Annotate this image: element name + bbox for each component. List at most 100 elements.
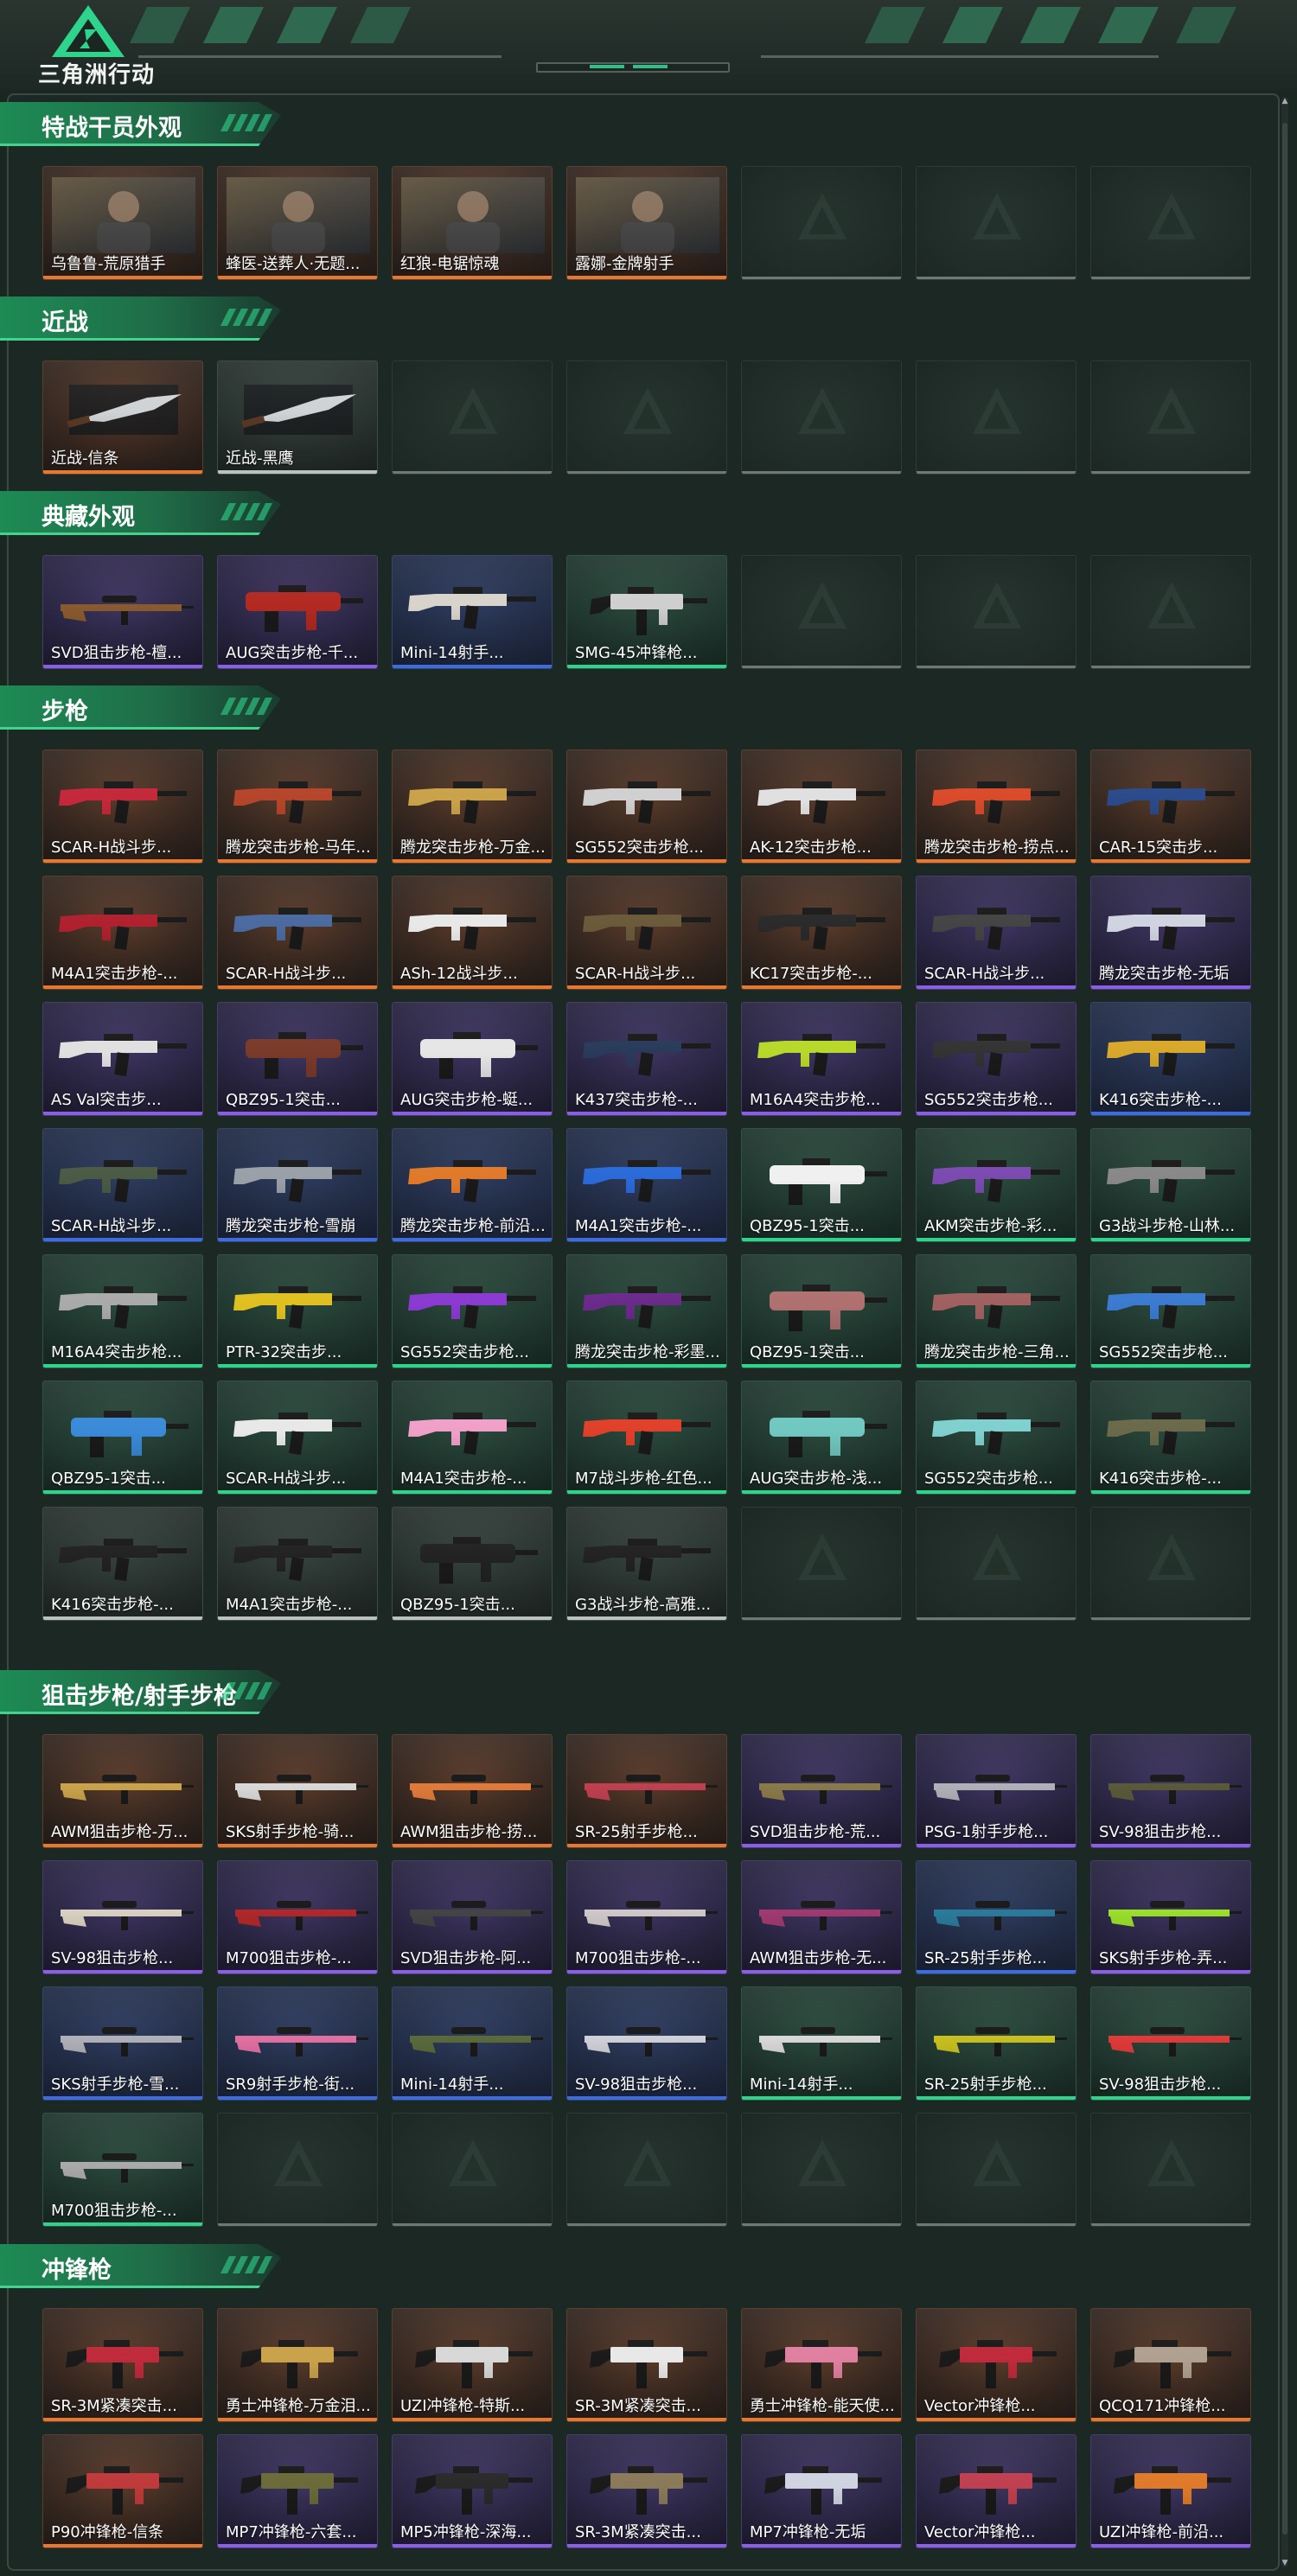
scroll-up-icon[interactable]: ▲	[1281, 97, 1288, 105]
item-card[interactable]: SCAR-H战斗步...	[42, 1128, 203, 1242]
item-card[interactable]: M700狙击步枪-...	[566, 1860, 727, 1974]
item-card[interactable]: QBZ95-1突击...	[392, 1507, 553, 1621]
item-name: MP7冲锋枪-无垢	[750, 2523, 866, 2541]
item-card[interactable]: M4A1突击步枪-...	[566, 1128, 727, 1242]
item-card[interactable]: 腾龙突击步枪-三角...	[916, 1254, 1077, 1368]
item-card[interactable]: AS Val突击步...	[42, 1002, 203, 1116]
item-card[interactable]: QBZ95-1突击...	[217, 1002, 378, 1116]
item-card[interactable]: G3战斗步枪-高雅...	[566, 1507, 727, 1621]
item-card[interactable]: K437突击步枪-...	[566, 1002, 727, 1116]
item-card[interactable]: SCAR-H战斗步...	[566, 876, 727, 990]
item-card[interactable]: SR9射手步枪-街...	[217, 1986, 378, 2101]
rarity-bar	[218, 985, 377, 989]
rarity-bar	[567, 1112, 726, 1115]
item-card[interactable]: SR-3M紧凑突击...	[42, 2308, 203, 2422]
item-card[interactable]: 露娜-金牌射手	[566, 166, 727, 280]
item-card[interactable]: M4A1突击步枪-...	[217, 1507, 378, 1621]
rarity-bar	[917, 985, 1076, 989]
item-card[interactable]: PTR-32突击步...	[217, 1254, 378, 1368]
item-card[interactable]: 腾龙突击步枪-无垢	[1090, 876, 1251, 990]
item-card[interactable]: Mini-14射手...	[392, 1986, 553, 2101]
item-card[interactable]: UZI冲锋枪-特斯...	[392, 2308, 553, 2422]
item-card[interactable]: CAR-15突击步...	[1090, 749, 1251, 864]
item-card[interactable]: 近战-信条	[42, 360, 203, 475]
item-card[interactable]: SCAR-H战斗步...	[217, 1380, 378, 1495]
item-card[interactable]: AUG突击步枪-浅...	[741, 1380, 902, 1495]
item-card[interactable]: M4A1突击步枪-...	[392, 1380, 553, 1495]
item-card[interactable]: SV-98狙击步枪...	[42, 1860, 203, 1974]
item-card[interactable]: MP7冲锋枪-无垢	[741, 2434, 902, 2548]
item-card[interactable]: 勇士冲锋枪-万金泪...	[217, 2308, 378, 2422]
item-card[interactable]: 腾龙突击步枪-捞点...	[916, 749, 1077, 864]
item-card[interactable]: QBZ95-1突击...	[741, 1254, 902, 1368]
item-card[interactable]: SR-3M紧凑突击...	[566, 2308, 727, 2422]
item-card[interactable]: SMG-45冲锋枪...	[566, 555, 727, 669]
item-card[interactable]: G3战斗步枪-山林...	[1090, 1128, 1251, 1242]
item-card[interactable]: AWM狙击步枪-捞...	[392, 1734, 553, 1848]
item-card[interactable]: M16A4突击步枪...	[42, 1254, 203, 1368]
item-card[interactable]: SR-25射手步枪...	[566, 1734, 727, 1848]
item-card[interactable]: SV-98狙击步枪...	[566, 1986, 727, 2101]
item-card[interactable]: Vector冲锋枪...	[916, 2434, 1077, 2548]
item-card[interactable]: 蜂医-送葬人·无题...	[217, 166, 378, 280]
item-card[interactable]: KC17突击步枪-...	[741, 876, 902, 990]
item-card[interactable]: SV-98狙击步枪...	[1090, 1986, 1251, 2101]
item-card[interactable]: K416突击步枪-...	[1090, 1380, 1251, 1495]
item-card[interactable]: SR-3M紧凑突击...	[566, 2434, 727, 2548]
item-card[interactable]: 腾龙突击步枪-彩墨...	[566, 1254, 727, 1368]
item-card[interactable]: Vector冲锋枪...	[916, 2308, 1077, 2422]
item-card[interactable]: AWM狙击步枪-无...	[741, 1860, 902, 1974]
item-card[interactable]: 红狼-电锯惊魂	[392, 166, 553, 280]
item-card[interactable]: SKS射手步枪-骑...	[217, 1734, 378, 1848]
item-card[interactable]: 腾龙突击步枪-万金...	[392, 749, 553, 864]
item-card[interactable]: M7战斗步枪-红色...	[566, 1380, 727, 1495]
item-card[interactable]: M700狙击步枪-...	[217, 1860, 378, 1974]
item-card[interactable]: AUG突击步枪-蜓...	[392, 1002, 553, 1116]
scroll-thumb[interactable]	[1282, 123, 1287, 2535]
item-card[interactable]: SG552突击步枪...	[916, 1380, 1077, 1495]
item-card[interactable]: 乌鲁鲁-荒原猎手	[42, 166, 203, 280]
item-card[interactable]: AWM狙击步枪-万...	[42, 1734, 203, 1848]
item-card[interactable]: SR-25射手步枪...	[916, 1860, 1077, 1974]
scroll-down-icon[interactable]: ▼	[1281, 2559, 1288, 2567]
item-card[interactable]: SKS射手步枪-弄...	[1090, 1860, 1251, 1974]
vertical-scrollbar[interactable]: ▲ ▼	[1281, 97, 1288, 2567]
item-card[interactable]: SVD狙击步枪-阿...	[392, 1860, 553, 1974]
item-card[interactable]: SG552突击步枪...	[566, 749, 727, 864]
item-card[interactable]: M4A1突击步枪-...	[42, 876, 203, 990]
item-card[interactable]: M16A4突击步枪...	[741, 1002, 902, 1116]
item-card[interactable]: P90冲锋枪-信条	[42, 2434, 203, 2548]
item-card[interactable]: SKS射手步枪-雪...	[42, 1986, 203, 2101]
item-card[interactable]: QBZ95-1突击...	[741, 1128, 902, 1242]
item-card[interactable]: M700狙击步枪-...	[42, 2113, 203, 2227]
item-card[interactable]: PSG-1射手步枪...	[916, 1734, 1077, 1848]
item-card[interactable]: SVD狙击步枪-荒...	[741, 1734, 902, 1848]
item-card[interactable]: SG552突击步枪...	[1090, 1254, 1251, 1368]
item-card[interactable]: AUG突击步枪-千...	[217, 555, 378, 669]
item-card[interactable]: SG552突击步枪...	[916, 1002, 1077, 1116]
item-card[interactable]: 腾龙突击步枪-马年...	[217, 749, 378, 864]
item-card[interactable]: SCAR-H战斗步...	[42, 749, 203, 864]
item-card[interactable]: SR-25射手步枪...	[916, 1986, 1077, 2101]
item-card[interactable]: AKM突击步枪-彩...	[916, 1128, 1077, 1242]
item-card[interactable]: 腾龙突击步枪-前沿...	[392, 1128, 553, 1242]
item-card[interactable]: Mini-14射手...	[741, 1986, 902, 2101]
item-card[interactable]: QBZ95-1突击...	[42, 1380, 203, 1495]
item-card[interactable]: MP7冲锋枪-六套...	[217, 2434, 378, 2548]
item-card[interactable]: UZI冲锋枪-前沿...	[1090, 2434, 1251, 2548]
item-card[interactable]: Mini-14射手...	[392, 555, 553, 669]
item-card[interactable]: MP5冲锋枪-深海...	[392, 2434, 553, 2548]
item-card[interactable]: SCAR-H战斗步...	[916, 876, 1077, 990]
item-card[interactable]: AK-12突击步枪...	[741, 749, 902, 864]
item-card[interactable]: SV-98狙击步枪...	[1090, 1734, 1251, 1848]
item-card[interactable]: 腾龙突击步枪-雪崩	[217, 1128, 378, 1242]
item-card[interactable]: ASh-12战斗步...	[392, 876, 553, 990]
item-card[interactable]: K416突击步枪-...	[1090, 1002, 1251, 1116]
item-card[interactable]: SG552突击步枪...	[392, 1254, 553, 1368]
item-card[interactable]: SCAR-H战斗步...	[217, 876, 378, 990]
item-card[interactable]: 近战-黑鹰	[217, 360, 378, 475]
item-card[interactable]: SVD狙击步枪-檀...	[42, 555, 203, 669]
item-card[interactable]: QCQ171冲锋枪...	[1090, 2308, 1251, 2422]
item-card[interactable]: 勇士冲锋枪-能天使...	[741, 2308, 902, 2422]
item-card[interactable]: K416突击步枪-...	[42, 1507, 203, 1621]
